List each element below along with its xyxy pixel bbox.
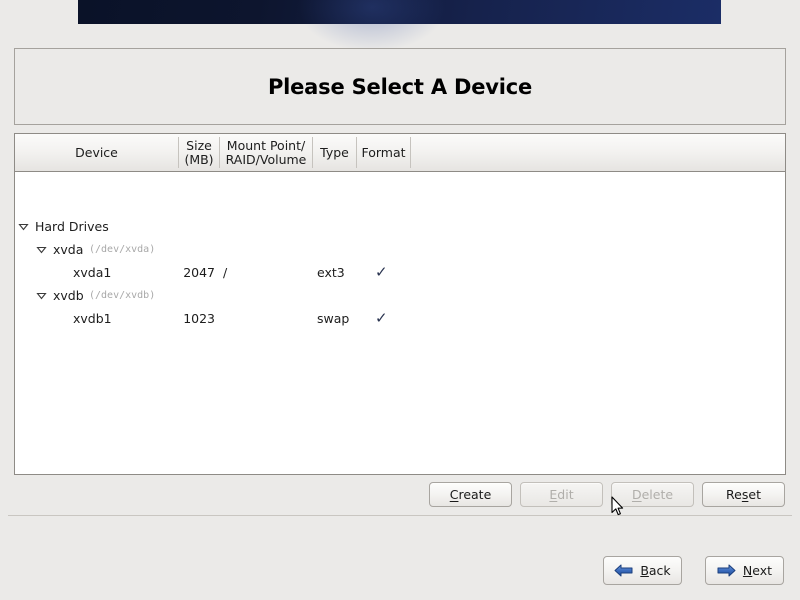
arrow-right-icon (717, 563, 736, 578)
cell-size: 2047 (183, 265, 215, 280)
arrow-left-icon (614, 563, 633, 578)
cell-type: ext3 (317, 265, 345, 280)
edit-button[interactable]: Edit (520, 482, 603, 507)
cell-device: Hard Drives (35, 219, 109, 234)
column-header-mount-line1: Mount Point/ (226, 137, 306, 153)
column-header-device[interactable]: Device (15, 134, 178, 171)
create-button[interactable]: Create (429, 482, 512, 507)
triangle-down-icon[interactable] (36, 244, 47, 255)
next-button[interactable]: Next (705, 556, 784, 585)
footer-divider (8, 515, 792, 516)
column-header-mount-point[interactable]: Mount Point/ RAID/Volume (220, 134, 312, 171)
reset-button-label: Reset (726, 487, 761, 502)
delete-button[interactable]: Delete (611, 482, 694, 507)
device-table-panel: Device Size (MB) Mount Point/ RAID/Volum… (14, 133, 786, 475)
cell-type: swap (317, 311, 350, 326)
column-header-format[interactable]: Format (357, 134, 410, 171)
table-row[interactable]: xvdb1 1023 swap ✓ (15, 307, 785, 330)
device-tree[interactable]: Hard Drives xvda (/dev/xvda) xvda1 2047 … (15, 172, 785, 474)
cell-device: xvdb (53, 288, 84, 303)
column-header-type-label: Type (320, 144, 349, 160)
column-header-size[interactable]: Size (MB) (179, 134, 219, 171)
delete-button-label: Delete (631, 487, 674, 502)
column-divider-5[interactable] (410, 137, 411, 168)
triangle-down-icon[interactable] (18, 221, 29, 232)
column-header-format-label: Format (361, 144, 406, 160)
table-row[interactable]: xvda1 2047 / ext3 ✓ (15, 261, 785, 284)
back-button-label: Back (640, 563, 671, 578)
format-check-icon: ✓ (375, 263, 388, 281)
cell-device: xvdb1 (73, 311, 112, 326)
column-header-mount-line2: RAID/Volume (225, 151, 307, 167)
page-title: Please Select A Device (267, 74, 533, 99)
installer-banner (78, 0, 721, 52)
next-button-label: Next (742, 563, 773, 578)
triangle-down-icon[interactable] (36, 290, 47, 301)
column-header-size-line2: (MB) (184, 151, 214, 167)
cell-device-path: (/dev/xvdb) (89, 290, 156, 301)
back-button[interactable]: Back (603, 556, 682, 585)
table-row[interactable]: xvdb (/dev/xvdb) (15, 284, 785, 307)
format-check-icon: ✓ (375, 309, 388, 327)
cell-device: xvda1 (73, 265, 112, 280)
cell-size: 1023 (183, 311, 215, 326)
title-panel: Please Select A Device (14, 48, 786, 125)
cell-device: xvda (53, 242, 84, 257)
cell-device-path: (/dev/xvda) (89, 244, 156, 255)
cell-mount-point: / (223, 265, 228, 280)
reset-button[interactable]: Reset (702, 482, 785, 507)
banner-glow (296, 0, 447, 52)
table-row[interactable]: xvda (/dev/xvda) (15, 238, 785, 261)
column-header-type[interactable]: Type (313, 134, 356, 171)
column-header-device-label: Device (75, 144, 118, 160)
edit-button-label: Edit (549, 487, 574, 502)
table-header-row: Device Size (MB) Mount Point/ RAID/Volum… (15, 134, 785, 172)
table-row[interactable]: Hard Drives (15, 215, 785, 238)
column-header-size-line1: Size (186, 137, 212, 153)
create-button-label: Create (449, 487, 492, 502)
